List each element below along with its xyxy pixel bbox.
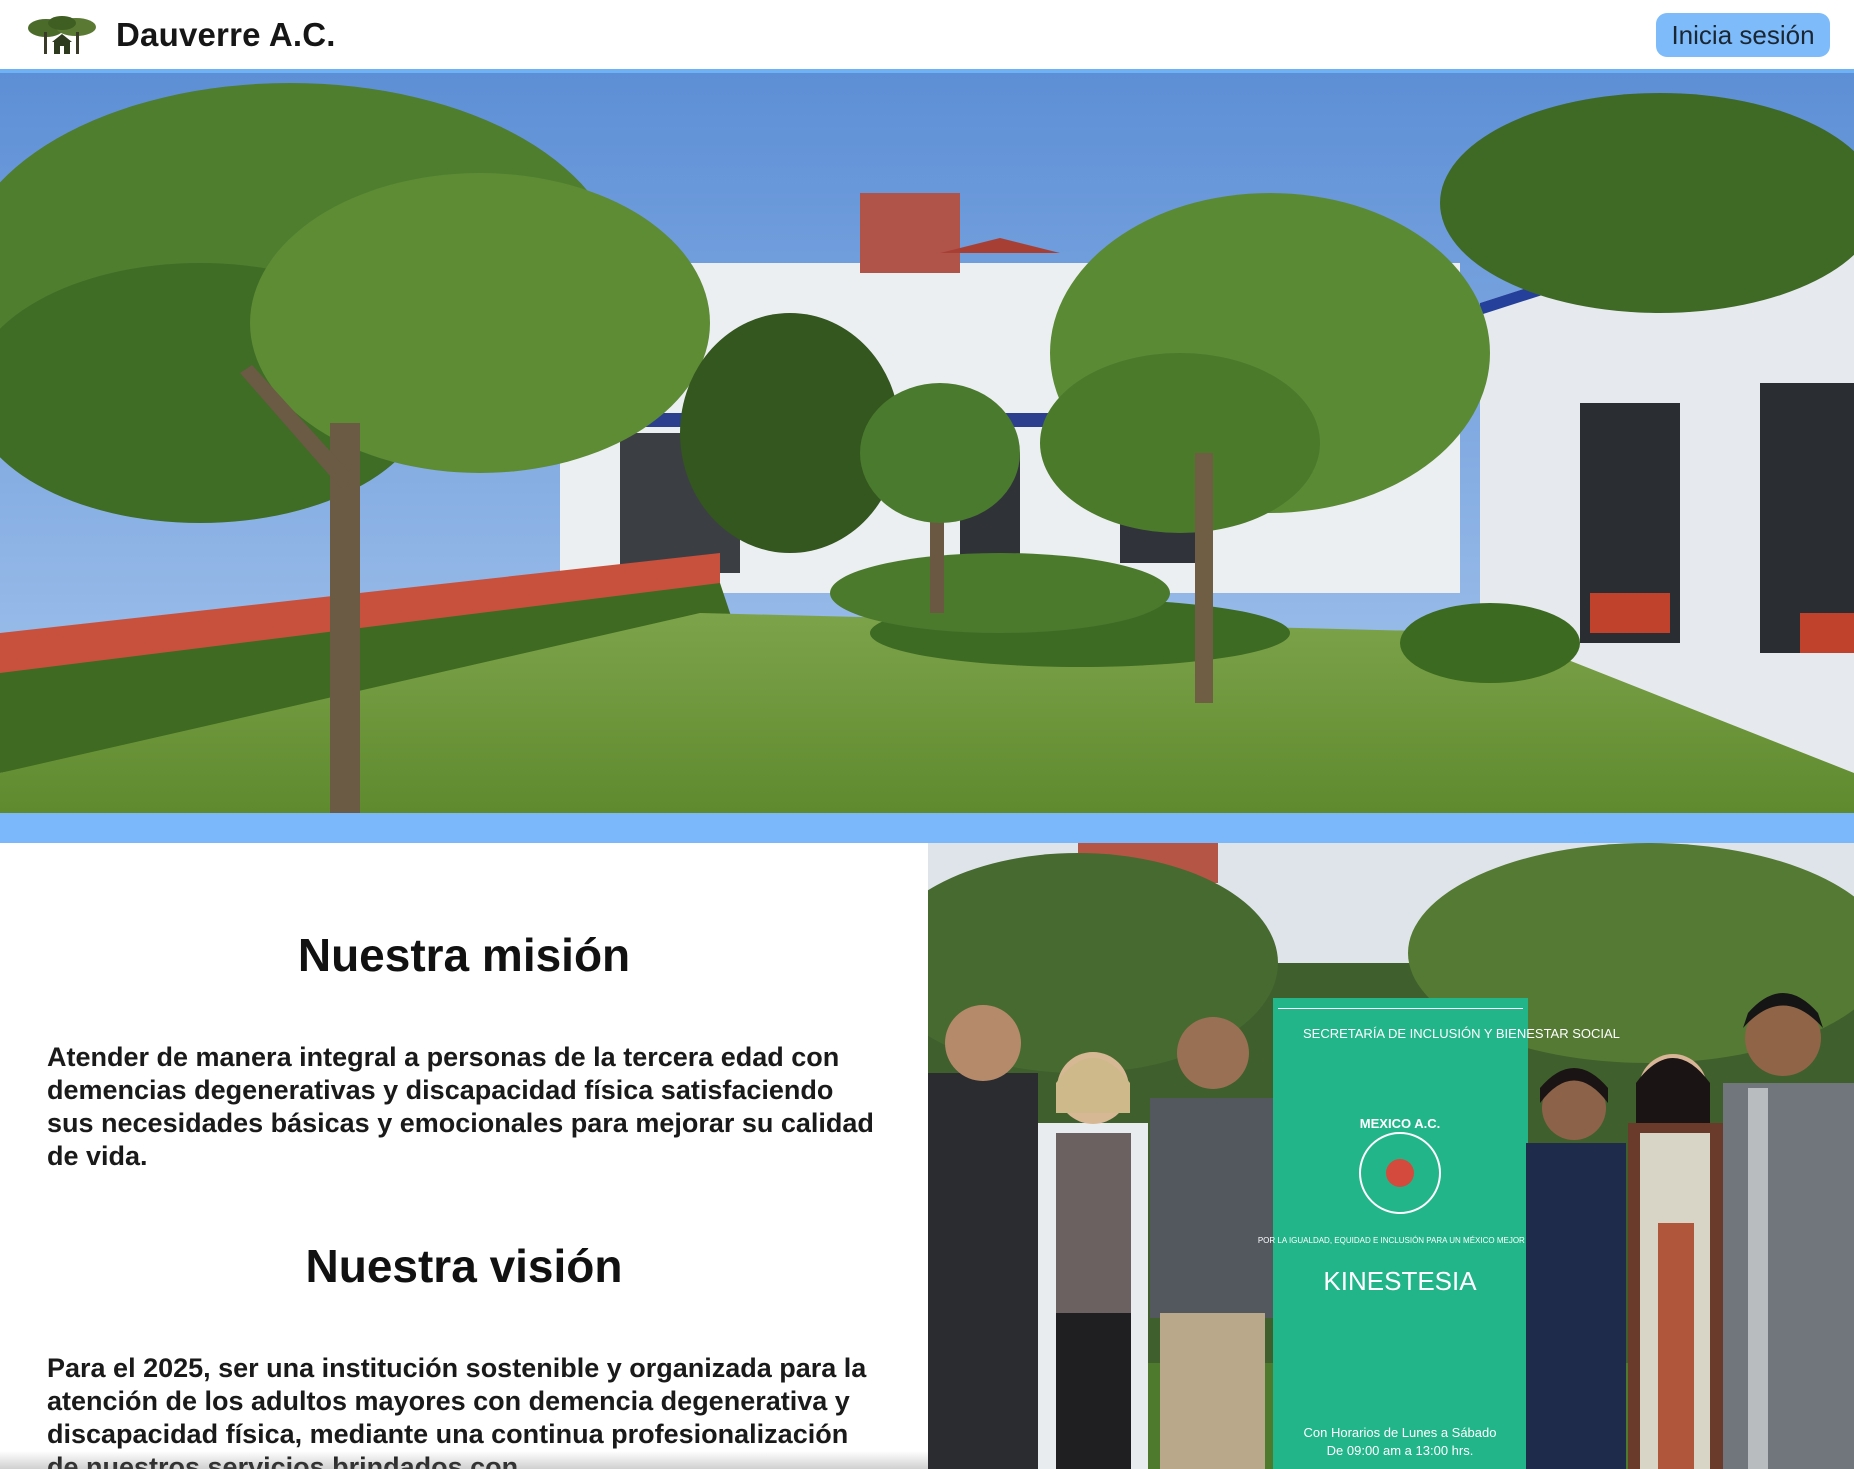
banner-title: KINESTESIA bbox=[1323, 1266, 1477, 1296]
vision-title: Nuestra visión bbox=[305, 1240, 623, 1292]
banner-slogan: POR LA IGUALDAD, EQUIDAD E INCLUSIÓN PAR… bbox=[1258, 1236, 1542, 1245]
mission-vision-panel: Nuestra misión Atender de manera integra… bbox=[0, 843, 928, 1469]
mission-text: Atender de manera integral a personas de… bbox=[47, 1042, 874, 1171]
banner-agency: SECRETARÍA DE INCLUSIÓN Y BIENESTAR SOCI… bbox=[1303, 1026, 1620, 1041]
hero-garden-image bbox=[0, 73, 1854, 813]
scroll-fade bbox=[0, 1451, 928, 1469]
login-button[interactable]: Inicia sesión bbox=[1656, 13, 1830, 57]
banner-org: MEXICO A.C. bbox=[1360, 1116, 1440, 1131]
brand-name[interactable]: Dauverre A.C. bbox=[116, 16, 336, 54]
mission-title: Nuestra misión bbox=[297, 929, 631, 981]
tree-house-logo-icon[interactable] bbox=[26, 14, 98, 56]
banner-hours-2: De 09:00 am a 13:00 hrs. bbox=[1327, 1443, 1474, 1458]
top-navbar: Dauverre A.C. Inicia sesión bbox=[0, 0, 1854, 73]
group-photo: SECRETARÍA DE INCLUSIÓN Y BIENESTAR SOCI… bbox=[928, 843, 1854, 1469]
section-divider-bar bbox=[0, 813, 1854, 843]
banner-hours-1: Con Horarios de Lunes a Sábado bbox=[1304, 1425, 1497, 1440]
